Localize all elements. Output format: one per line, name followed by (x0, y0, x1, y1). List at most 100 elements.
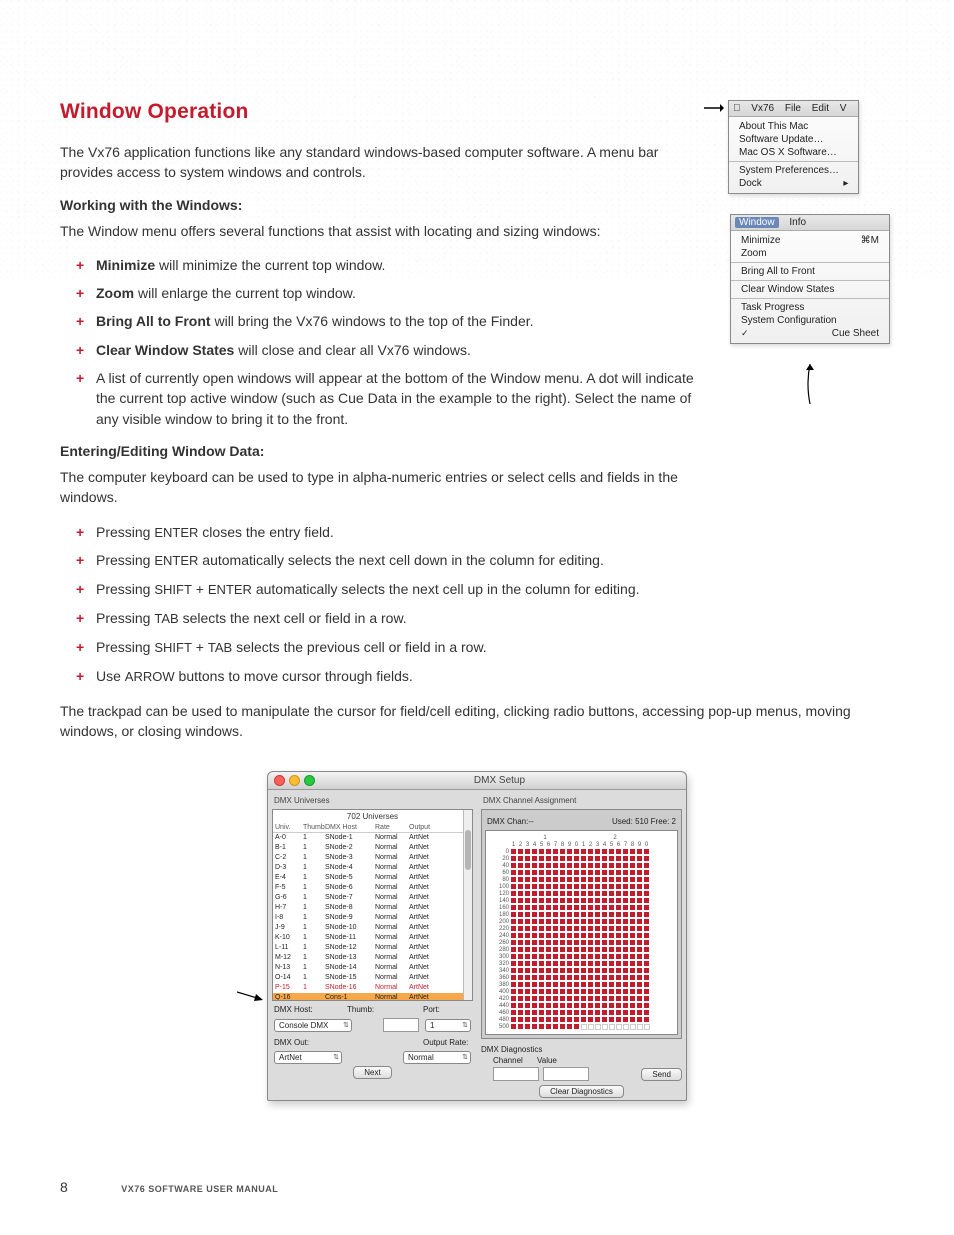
channel-cell[interactable] (595, 884, 600, 889)
channel-cell[interactable] (630, 905, 635, 910)
channel-cell[interactable] (525, 968, 530, 973)
channel-cell[interactable] (630, 933, 635, 938)
channel-cell[interactable] (553, 975, 558, 980)
channel-cell[interactable] (560, 1024, 565, 1029)
channel-cell[interactable] (546, 856, 551, 861)
channel-cell[interactable] (630, 856, 635, 861)
channel-cell[interactable] (616, 947, 621, 952)
channel-cell[interactable] (630, 968, 635, 973)
channel-cell[interactable] (553, 961, 558, 966)
channel-cell[interactable] (602, 933, 607, 938)
channel-cell[interactable] (623, 1003, 628, 1008)
channel-cell[interactable] (644, 933, 649, 938)
channel-cell[interactable] (581, 849, 586, 854)
channel-cell[interactable] (602, 1024, 608, 1030)
channel-cell[interactable] (539, 884, 544, 889)
channel-cell[interactable] (532, 856, 537, 861)
channel-cell[interactable] (644, 1010, 649, 1015)
channel-cell[interactable] (511, 912, 516, 917)
channel-cell[interactable] (539, 968, 544, 973)
channel-cell[interactable] (553, 898, 558, 903)
channel-cell[interactable] (532, 891, 537, 896)
channel-cell[interactable] (623, 884, 628, 889)
channel-cell[interactable] (609, 912, 614, 917)
menu-minimize[interactable]: Minimize⌘M (731, 234, 889, 247)
channel-cell[interactable] (581, 940, 586, 945)
channel-cell[interactable] (532, 1024, 537, 1029)
menu-about-mac[interactable]: About This Mac (729, 120, 858, 133)
channel-cell[interactable] (609, 968, 614, 973)
channel-cell[interactable] (602, 954, 607, 959)
channel-cell[interactable] (623, 1017, 628, 1022)
channel-cell[interactable] (609, 947, 614, 952)
table-row[interactable]: K-101SNode-11NormalArtNet (273, 933, 472, 943)
table-row[interactable]: P-151SNode-16NormalArtNet (273, 983, 472, 993)
channel-cell[interactable] (518, 968, 523, 973)
channel-cell[interactable] (616, 863, 621, 868)
channel-cell[interactable] (525, 877, 530, 882)
channel-cell[interactable] (567, 898, 572, 903)
channel-cell[interactable] (546, 919, 551, 924)
channel-cell[interactable] (630, 1010, 635, 1015)
channel-cell[interactable] (616, 898, 621, 903)
channel-cell[interactable] (560, 856, 565, 861)
channel-cell[interactable] (637, 1024, 643, 1030)
channel-cell[interactable] (588, 940, 593, 945)
channel-cell[interactable] (560, 912, 565, 917)
channel-cell[interactable] (644, 1003, 649, 1008)
channel-cell[interactable] (553, 989, 558, 994)
channel-cell[interactable] (518, 898, 523, 903)
channel-cell[interactable] (602, 982, 607, 987)
channel-cell[interactable] (637, 961, 642, 966)
channel-cell[interactable] (623, 975, 628, 980)
channel-cell[interactable] (595, 919, 600, 924)
channel-cell[interactable] (630, 954, 635, 959)
channel-cell[interactable] (609, 926, 614, 931)
channel-cell[interactable] (602, 863, 607, 868)
channel-cell[interactable] (595, 898, 600, 903)
channel-cell[interactable] (539, 996, 544, 1001)
channel-cell[interactable] (637, 891, 642, 896)
scrollbar[interactable] (463, 810, 472, 1000)
channel-cell[interactable] (637, 905, 642, 910)
channel-cell[interactable] (511, 877, 516, 882)
channel-cell[interactable] (539, 898, 544, 903)
channel-cell[interactable] (560, 989, 565, 994)
channel-cell[interactable] (588, 989, 593, 994)
channel-cell[interactable] (616, 856, 621, 861)
channel-cell[interactable] (637, 989, 642, 994)
channel-cell[interactable] (532, 954, 537, 959)
channel-cell[interactable] (511, 940, 516, 945)
channel-cell[interactable] (567, 954, 572, 959)
channel-cell[interactable] (630, 947, 635, 952)
menu-task-progress[interactable]: Task Progress (731, 301, 889, 314)
channel-cell[interactable] (602, 975, 607, 980)
channel-cell[interactable] (595, 1010, 600, 1015)
channel-cell[interactable] (644, 926, 649, 931)
channel-cell[interactable] (609, 1017, 614, 1022)
channel-cell[interactable] (644, 856, 649, 861)
channel-cell[interactable] (560, 940, 565, 945)
channel-cell[interactable] (630, 891, 635, 896)
channel-cell[interactable] (574, 940, 579, 945)
menu-system-configuration[interactable]: System Configuration (731, 314, 889, 327)
channel-cell[interactable] (560, 905, 565, 910)
channel-cell[interactable] (525, 891, 530, 896)
channel-cell[interactable] (553, 877, 558, 882)
channel-cell[interactable] (553, 940, 558, 945)
channel-cell[interactable] (609, 1003, 614, 1008)
channel-cell[interactable] (574, 919, 579, 924)
channel-cell[interactable] (588, 863, 593, 868)
channel-cell[interactable] (595, 856, 600, 861)
channel-cell[interactable] (525, 996, 530, 1001)
channel-cell[interactable] (630, 982, 635, 987)
channel-cell[interactable] (602, 870, 607, 875)
menu-cue-sheet[interactable]: Cue Sheet (731, 327, 889, 340)
channel-cell[interactable] (616, 905, 621, 910)
dmx-out-select[interactable]: ArtNet (274, 1051, 342, 1064)
channel-cell[interactable] (644, 905, 649, 910)
channel-cell[interactable] (525, 870, 530, 875)
channel-cell[interactable] (616, 940, 621, 945)
channel-cell[interactable] (623, 940, 628, 945)
channel-cell[interactable] (553, 905, 558, 910)
